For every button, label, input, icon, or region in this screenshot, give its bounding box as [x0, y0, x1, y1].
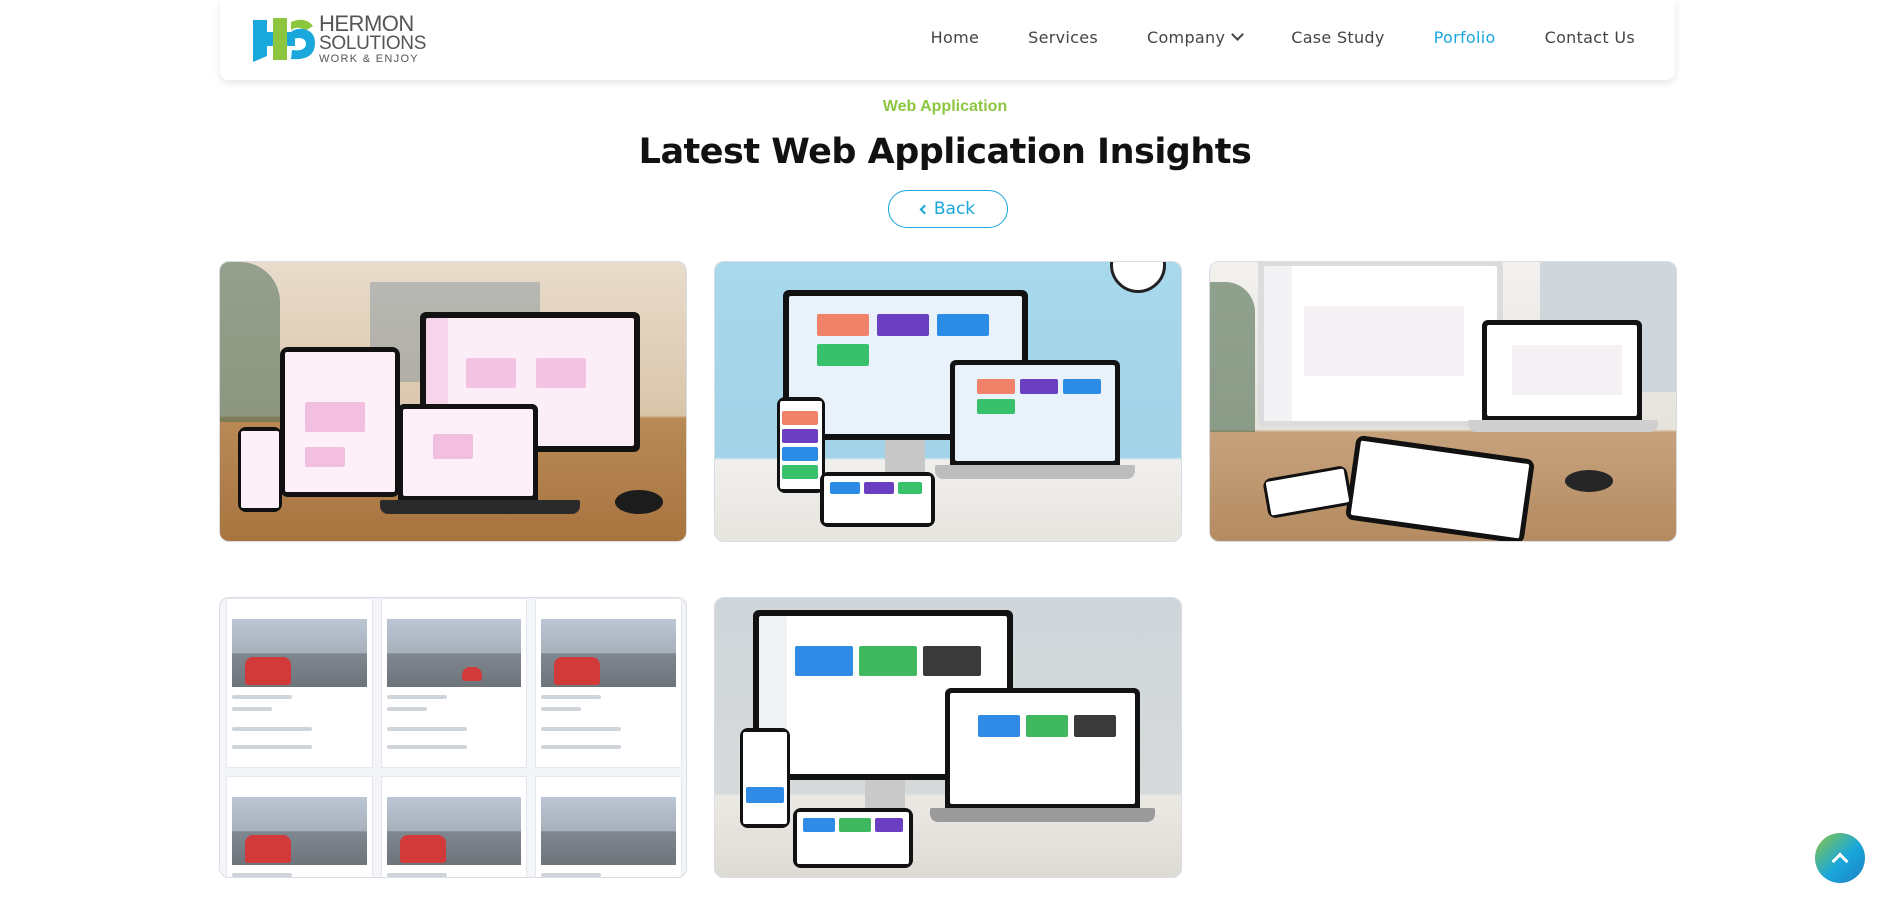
plant-decoration — [220, 262, 280, 422]
portfolio-item-1[interactable] — [219, 261, 687, 542]
nav-portfolio-label: Porfolio — [1433, 27, 1496, 47]
listing-tile — [380, 598, 528, 768]
chevron-down-icon — [1231, 28, 1245, 41]
nav-contact-us[interactable]: Contact Us — [1545, 28, 1635, 47]
nav-services-label: Services — [1028, 27, 1098, 47]
monitor — [1258, 262, 1503, 427]
nav-case-study[interactable]: Case Study — [1291, 28, 1384, 47]
portfolio-item-3[interactable] — [1209, 261, 1677, 542]
phone — [740, 728, 790, 828]
phone — [777, 397, 825, 493]
tablet — [820, 472, 935, 527]
laptop-base — [935, 465, 1135, 479]
nav-contact-us-label: Contact Us — [1544, 27, 1635, 47]
mouse — [1565, 470, 1613, 492]
logo-name-line2: SOLUTIONS — [319, 33, 427, 54]
listing-tile — [535, 776, 682, 877]
listing-tile — [226, 776, 373, 877]
listing-tile — [226, 598, 373, 768]
site-header: HERMON SOLUTIONS WORK & ENJOY Home Servi… — [220, 0, 1675, 80]
scroll-to-top-button[interactable] — [1815, 833, 1865, 883]
portfolio-item-5[interactable] — [714, 597, 1182, 878]
phone — [238, 427, 282, 512]
portfolio-item-2[interactable] — [714, 261, 1182, 542]
laptop — [945, 688, 1140, 808]
listing-tile — [380, 776, 528, 877]
mouse — [615, 490, 663, 514]
chevron-left-icon — [919, 204, 930, 214]
laptop-base — [380, 500, 580, 514]
page: HERMON SOLUTIONS WORK & ENJOY Home Servi… — [0, 0, 1890, 897]
page-title: Latest Web Application Insights — [638, 132, 1252, 172]
logo-icon — [251, 16, 321, 62]
nav-case-study-label: Case Study — [1291, 27, 1385, 47]
main-nav: Home Services Company Case Study Porfoli… — [882, 0, 1635, 74]
portfolio-item-4[interactable] — [219, 597, 687, 878]
tablet — [280, 347, 400, 497]
clock-decoration — [1110, 262, 1166, 293]
laptop-base — [930, 808, 1155, 822]
section-eyebrow: Web Application — [882, 98, 1008, 115]
laptop-base — [1468, 420, 1658, 432]
phone — [1262, 464, 1353, 520]
back-button[interactable]: Back — [888, 190, 1008, 228]
nav-company-label: Company — [1147, 27, 1226, 47]
logo-name-line1: HERMON — [319, 11, 414, 36]
tablet — [1344, 434, 1536, 541]
nav-services[interactable]: Services — [1028, 28, 1098, 47]
laptop — [950, 360, 1120, 465]
nav-company[interactable]: Company — [1147, 27, 1245, 47]
tablet — [793, 808, 913, 868]
laptop — [1482, 320, 1642, 420]
nav-home[interactable]: Home — [931, 28, 979, 47]
listing-grid — [226, 598, 682, 877]
nav-home-label: Home — [930, 27, 980, 47]
nav-portfolio[interactable]: Porfolio — [1434, 28, 1496, 47]
logo[interactable]: HERMON SOLUTIONS WORK & ENJOY — [251, 11, 427, 65]
plant-decoration — [1210, 282, 1255, 432]
laptop — [398, 404, 538, 500]
logo-tagline: WORK & ENJOY — [319, 53, 419, 65]
back-button-label: Back — [933, 199, 976, 219]
arrow-up-icon — [1831, 852, 1849, 870]
listing-tile — [535, 598, 682, 768]
